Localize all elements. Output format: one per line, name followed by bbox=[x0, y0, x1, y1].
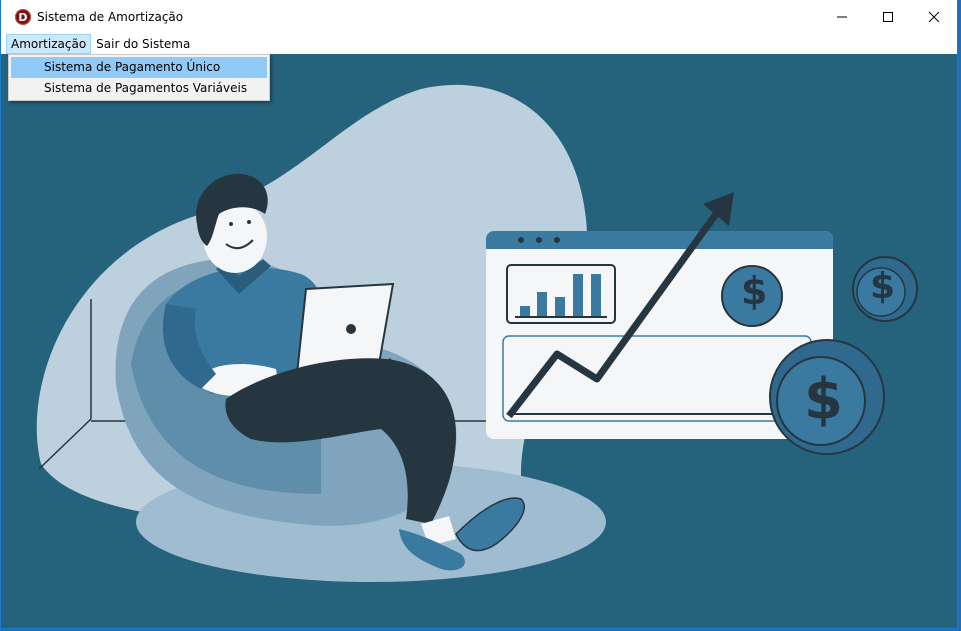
menu-amortizacao[interactable]: Amortização bbox=[6, 34, 92, 54]
dollar-symbol-coin-large: $ bbox=[804, 367, 843, 432]
close-button[interactable] bbox=[911, 0, 957, 34]
maximize-icon bbox=[883, 12, 893, 22]
finance-illustration bbox=[36, 84, 918, 582]
close-icon bbox=[928, 11, 940, 23]
maximize-button[interactable] bbox=[865, 0, 911, 34]
menu-bar: Amortização Sair do Sistema bbox=[1, 34, 957, 54]
title-bar[interactable]: D Sistema de Amortização bbox=[1, 0, 957, 34]
menu-sair-do-sistema[interactable]: Sair do Sistema bbox=[91, 34, 195, 54]
minimize-icon bbox=[837, 16, 847, 18]
minimize-button[interactable] bbox=[819, 0, 865, 34]
dollar-symbol-coin-small: $ bbox=[870, 266, 896, 307]
app-icon: D bbox=[15, 9, 31, 25]
window-title: Sistema de Amortização bbox=[37, 10, 184, 24]
main-content: $ $ $ bbox=[1, 54, 957, 628]
amortizacao-dropdown-menu: Sistema de Pagamento Único Sistema de Pa… bbox=[8, 54, 270, 101]
window-controls bbox=[819, 0, 957, 34]
menu-item-pagamentos-variaveis[interactable]: Sistema de Pagamentos Variáveis bbox=[11, 78, 267, 99]
app-window: D Sistema de Amortização Amortização Sai… bbox=[0, 0, 958, 629]
menu-item-pagamento-unico[interactable]: Sistema de Pagamento Único bbox=[11, 57, 267, 78]
dollar-symbol-panel: $ bbox=[741, 269, 768, 313]
